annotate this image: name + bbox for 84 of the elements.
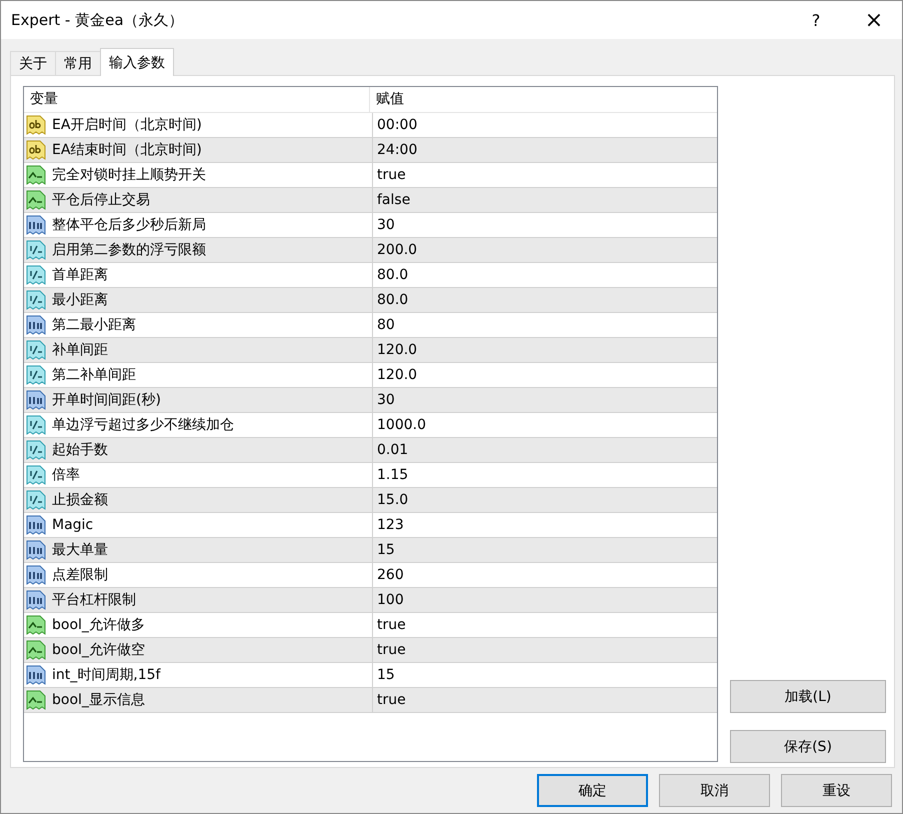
parameter-value[interactable]: 24:00	[373, 138, 717, 162]
parameter-value[interactable]: 120.0	[373, 363, 717, 387]
parameter-value[interactable]: 80.0	[373, 263, 717, 287]
parameter-value[interactable]: 200.0	[373, 238, 717, 262]
side-button[interactable]: 加载(L)	[730, 680, 886, 713]
variable-icon	[26, 315, 46, 335]
variable-icon	[26, 640, 46, 660]
parameter-name: 首单距离	[52, 266, 108, 284]
parameter-value[interactable]: 00:00	[373, 113, 717, 137]
variable-icon	[26, 590, 46, 610]
parameter-name: 最大单量	[52, 541, 108, 559]
parameter-name: 开单时间间距(秒)	[52, 391, 161, 409]
parameter-value[interactable]: 80	[373, 313, 717, 337]
parameter-value[interactable]: 80.0	[373, 288, 717, 312]
variable-icon	[26, 165, 46, 185]
parameter-value[interactable]: 15	[373, 538, 717, 562]
parameter-name: 第二补单间距	[52, 366, 136, 384]
variable-icon	[26, 365, 46, 385]
variable-icon	[26, 140, 46, 160]
variable-icon	[26, 515, 46, 535]
parameter-name: 最小距离	[52, 291, 108, 309]
variable-icon	[26, 465, 46, 485]
parameter-value[interactable]: 100	[373, 588, 717, 612]
parameter-value[interactable]: 1.15	[373, 463, 717, 487]
variable-icon	[26, 290, 46, 310]
parameter-name: 平台杠杆限制	[52, 591, 136, 609]
parameter-name: bool_允许做空	[52, 641, 145, 659]
parameter-name: 第二最小距离	[52, 316, 136, 334]
parameter-name: 起始手数	[52, 441, 108, 459]
parameter-value[interactable]: true	[373, 613, 717, 637]
parameter-name: 完全对锁时挂上顺势开关	[52, 166, 206, 184]
parameter-value[interactable]: 15	[373, 663, 717, 687]
variable-icon	[26, 540, 46, 560]
parameter-value[interactable]: 30	[373, 388, 717, 412]
dialog-button[interactable]: 重设	[781, 774, 892, 807]
parameter-name: 倍率	[52, 466, 80, 484]
variable-icon	[26, 390, 46, 410]
variable-icon	[26, 190, 46, 210]
close-button[interactable]: ×	[846, 1, 902, 39]
dialog-button[interactable]: 确定	[537, 774, 648, 807]
parameter-name: int_时间周期,15f	[52, 666, 160, 684]
variable-icon	[26, 215, 46, 235]
parameter-value[interactable]: 1000.0	[373, 413, 717, 437]
dialog-button[interactable]: 取消	[659, 774, 770, 807]
parameter-name: 平仓后停止交易	[52, 191, 150, 209]
tab[interactable]: 关于	[10, 51, 56, 76]
variable-icon	[26, 490, 46, 510]
parameter-name: 补单间距	[52, 341, 108, 359]
parameter-name: 单边浮亏超过多少不继续加仓	[52, 416, 234, 434]
parameter-value[interactable]: 15.0	[373, 488, 717, 512]
parameter-name: 整体平仓后多少秒后新局	[52, 216, 206, 234]
help-button[interactable]: ?	[788, 1, 844, 39]
variable-icon	[26, 240, 46, 260]
side-button[interactable]: 保存(S)	[730, 730, 886, 763]
parameter-name: bool_显示信息	[52, 691, 145, 709]
parameter-value[interactable]: true	[373, 638, 717, 662]
parameter-name: EA结束时间（北京时间)	[52, 141, 202, 159]
variable-icon	[26, 115, 46, 135]
tab[interactable]: 输入参数	[100, 48, 174, 76]
parameter-value[interactable]: 0.01	[373, 438, 717, 462]
window-title: Expert - 黄金ea（永久）	[10, 10, 185, 30]
variable-icon	[26, 615, 46, 635]
parameter-value[interactable]: false	[373, 188, 717, 212]
parameter-name: Magic	[52, 517, 94, 533]
parameter-name: 启用第二参数的浮亏限额	[52, 241, 206, 259]
parameter-name: EA开启时间（北京时间)	[52, 116, 202, 134]
parameter-value[interactable]: true	[373, 163, 717, 187]
parameter-name: 止损金额	[52, 491, 108, 509]
column-header[interactable]: 赋值	[370, 87, 717, 112]
parameter-value[interactable]: true	[373, 688, 717, 712]
parameter-value[interactable]: 120.0	[373, 338, 717, 362]
variable-icon	[26, 265, 46, 285]
parameter-name: 点差限制	[52, 566, 108, 584]
variable-icon	[26, 340, 46, 360]
variable-icon	[26, 665, 46, 685]
variable-icon	[26, 565, 46, 585]
column-header[interactable]: 变量	[24, 87, 370, 112]
variable-icon	[26, 440, 46, 460]
variable-icon	[26, 415, 46, 435]
parameter-value[interactable]: 260	[373, 563, 717, 587]
parameter-value[interactable]: 30	[373, 213, 717, 237]
variable-icon	[26, 690, 46, 710]
parameter-value[interactable]: 123	[373, 513, 717, 537]
parameter-name: bool_允许做多	[52, 616, 145, 634]
